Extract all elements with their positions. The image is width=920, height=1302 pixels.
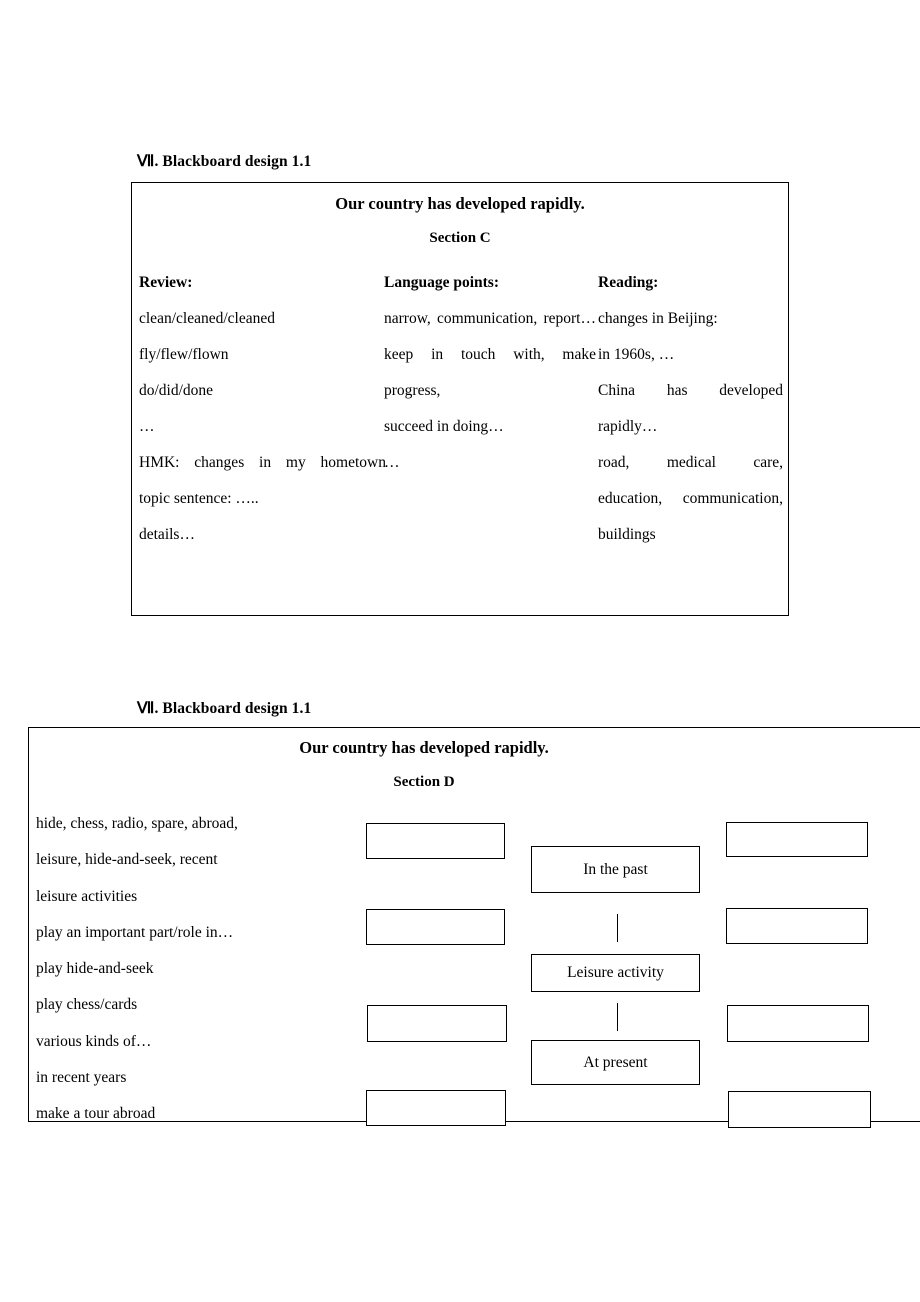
blackboard-1-section-label: Section C bbox=[429, 230, 491, 246]
vocabulary-line-5: play hide-and-seek bbox=[36, 960, 154, 978]
empty-box-right-3[interactable] bbox=[727, 1005, 869, 1042]
empty-box-left-3[interactable] bbox=[367, 1005, 507, 1042]
vocabulary-line-6: play chess/cards bbox=[36, 996, 138, 1014]
review-line-4: … bbox=[139, 418, 155, 435]
review-line-3: do/did/done bbox=[139, 382, 214, 399]
review-column-heading: Review: bbox=[139, 274, 193, 291]
timeline-box-leisure-activity[interactable]: Leisure activity bbox=[531, 954, 700, 992]
review-line-1: clean/cleaned/cleaned bbox=[139, 310, 275, 327]
vocabulary-line-2: leisure, hide-and-seek, recent bbox=[36, 851, 218, 869]
blackboard-design-1-heading: Ⅶ. Blackboard design 1.1 bbox=[137, 153, 312, 170]
reading-line-4: road, medical care, education, communica… bbox=[598, 454, 783, 543]
empty-box-left-4[interactable] bbox=[366, 1090, 506, 1126]
review-line-2: fly/flew/flown bbox=[139, 346, 229, 363]
blackboard-design-1-panel: Our country has developed rapidly. Secti… bbox=[131, 182, 789, 616]
empty-box-right-4[interactable] bbox=[728, 1091, 871, 1128]
review-line-6: topic sentence: ….. bbox=[139, 490, 259, 507]
empty-box-left-1[interactable] bbox=[366, 823, 505, 859]
review-line-7: details… bbox=[139, 526, 195, 543]
vocabulary-list: hide, chess, radio, spare, abroad, leisu… bbox=[36, 806, 326, 1133]
blackboard-1-title: Our country has developed rapidly. bbox=[335, 194, 585, 213]
blackboard-2-section-label: Section D bbox=[393, 774, 455, 790]
reading-line-2: in 1960s, … bbox=[598, 346, 675, 363]
vocabulary-line-7: various kinds of… bbox=[36, 1032, 152, 1050]
review-column: Review: clean/cleaned/cleaned fly/flew/f… bbox=[139, 265, 386, 553]
vocabulary-line-4: play an important part/role in… bbox=[36, 923, 234, 941]
empty-box-right-2[interactable] bbox=[726, 908, 868, 944]
vocabulary-line-1: hide, chess, radio, spare, abroad, bbox=[36, 815, 238, 832]
language-points-line-2: keep in touch with, make progress, bbox=[384, 346, 596, 399]
blackboard-design-2-panel: Our country has developed rapidly. Secti… bbox=[28, 727, 920, 1128]
review-line-5: HMK: changes in my hometown bbox=[139, 454, 386, 471]
timeline-box-leisure-activity-label: Leisure activity bbox=[567, 964, 664, 981]
reading-line-3: China has developed rapidly… bbox=[598, 382, 783, 435]
blackboard-2-title: Our country has developed rapidly. bbox=[299, 738, 549, 757]
vocabulary-line-8: in recent years bbox=[36, 1069, 127, 1087]
language-points-column: Language points: narrow, communication, … bbox=[384, 265, 596, 481]
vocabulary-line-9: make a tour abroad bbox=[36, 1105, 156, 1123]
language-points-column-heading: Language points: bbox=[384, 274, 499, 291]
blackboard-design-2-heading: Ⅶ. Blackboard design 1.1 bbox=[137, 700, 312, 717]
timeline-box-at-present-label: At present bbox=[583, 1053, 648, 1071]
timeline-box-in-the-past-label: In the past bbox=[583, 860, 648, 878]
reading-column-heading: Reading: bbox=[598, 274, 659, 291]
empty-box-right-1[interactable] bbox=[726, 822, 868, 857]
reading-column: Reading: changes in Beijing: in 1960s, …… bbox=[598, 265, 783, 553]
timeline-box-at-present[interactable]: At present bbox=[531, 1040, 700, 1085]
language-points-line-1: narrow, communication, report… bbox=[384, 310, 596, 327]
language-points-line-4: … bbox=[384, 454, 400, 471]
connector-line-top bbox=[617, 914, 618, 942]
language-points-line-3: succeed in doing… bbox=[384, 418, 504, 435]
connector-line-bottom bbox=[617, 1003, 618, 1031]
empty-box-left-2[interactable] bbox=[366, 909, 505, 945]
vocabulary-line-3: leisure activities bbox=[36, 887, 138, 905]
reading-line-1: changes in Beijing: bbox=[598, 310, 718, 327]
timeline-box-in-the-past[interactable]: In the past bbox=[531, 846, 700, 893]
